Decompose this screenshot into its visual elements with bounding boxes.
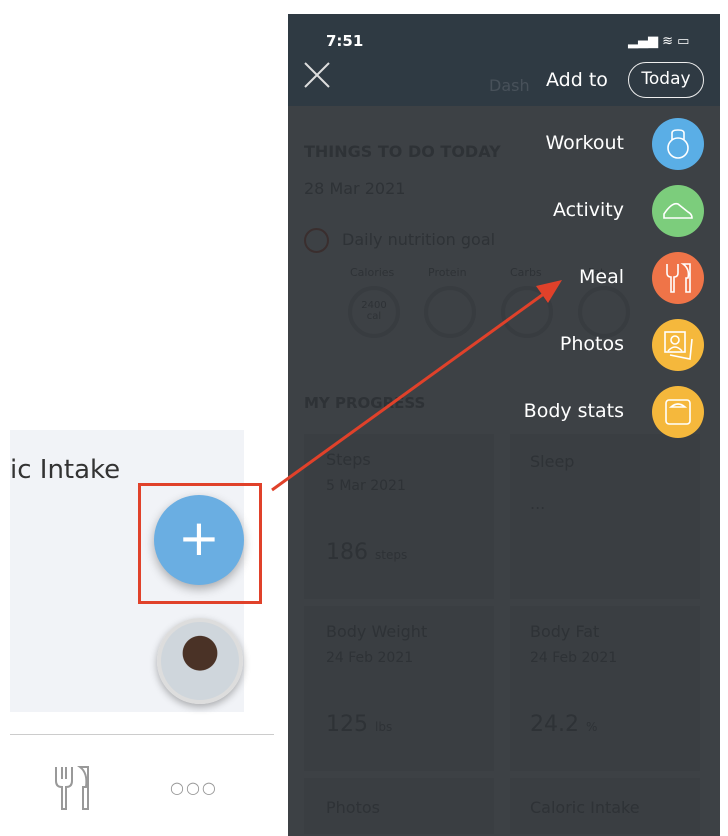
annotation-arrow — [271, 280, 562, 492]
